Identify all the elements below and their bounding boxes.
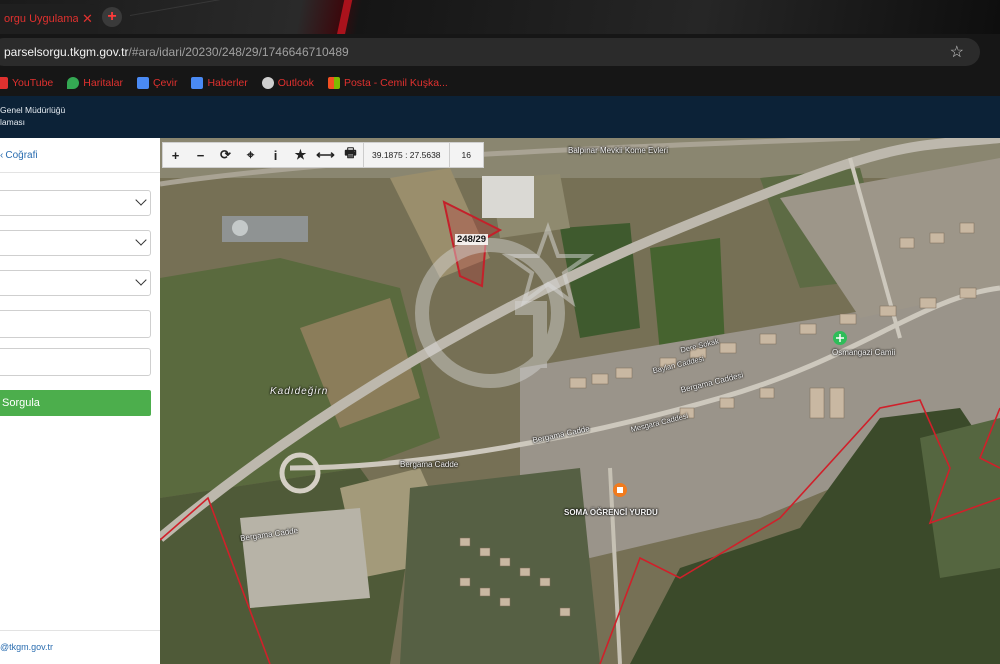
tab-title: orgu Uygulamas [4,13,78,25]
org-title: Genel Müdürlüğü laması [0,104,65,128]
browser-tab[interactable]: orgu Uygulamas ✕ [0,4,98,34]
footer-email-link[interactable]: @tkgm.gov.tr [0,642,53,652]
bookmark-haritalar[interactable]: Haritalar [67,77,123,89]
map-toolbar: + − ⟳ ⌖ i ★ ⟷ 🖶 39.1875 : 27.5638 16 [162,142,485,168]
measure-button[interactable]: ⟷ [313,143,338,167]
bookmark-cevir[interactable]: Çevir [136,77,178,89]
map-imagery [160,138,1000,664]
place-label-kadidegirn: Kadıdeğirn [270,386,329,397]
zoom-in-button[interactable]: + [163,143,188,167]
satellite-map[interactable]: Kadıdeğirn Balpınar Mevkii Kome Evleri B… [160,138,1000,664]
divider [0,172,160,173]
zoom-level-readout: 16 [448,143,483,167]
browser-tabbar: orgu Uygulamas ✕ + [0,0,1000,34]
province-select[interactable] [0,190,151,216]
address-bar: parselsorgu.tkgm.gov.tr/#ara/idari/20230… [0,34,1000,70]
new-tab-button[interactable]: + [102,7,122,27]
bookmark-label: YouTube [12,77,54,89]
org-line-1: Genel Müdürlüğü [0,105,66,115]
bookmark-haberler[interactable]: Haberler [191,77,248,89]
tab-cografi[interactable]: ‹ Coğrafi [0,150,38,161]
query-button[interactable]: Sorgula [0,390,151,416]
query-sidebar: ‹ Coğrafi Sorgula @tkgm.gov.tr [0,138,160,664]
url-path: /#ara/idari/20230/248/29/1746646710489 [128,45,349,59]
youtube-icon [0,77,8,89]
windows-logo-icon [327,77,340,89]
wallpaper-streak [333,0,355,34]
coordinates-readout: 39.1875 : 27.5638 [363,143,449,167]
news-icon [191,77,204,89]
info-button[interactable]: i [263,143,288,167]
bookmark-label: Haberler [207,77,248,89]
street-label-bergama-sw: Bergama Cadde [400,460,459,469]
bookmark-star-icon[interactable]: ☆ [950,42,964,62]
bookmark-label: Haritalar [83,77,123,89]
bookmark-label: Posta - Cemil Kuşka... [343,77,448,89]
print-button[interactable]: 🖶 [338,143,363,167]
maps-pin-icon [67,77,80,89]
chevron-down-icon [135,234,147,246]
url-text: parselsorgu.tkgm.gov.tr/#ara/idari/20230… [4,45,349,59]
neighborhood-select[interactable] [0,270,151,296]
globe-icon [261,77,274,89]
mosque-label: Osmangazi Camii [832,348,896,357]
parcel-label[interactable]: 248/29 [455,234,489,245]
parcel-input[interactable] [0,348,151,376]
close-icon[interactable]: ✕ [82,11,93,27]
refresh-button[interactable]: ⟳ [213,143,238,167]
top-place-label: Balpınar Mevkii Kome Evleri [568,146,669,155]
chevron-down-icon [135,194,147,206]
app-header: Genel Müdürlüğü laması [0,96,1000,138]
bookmark-label: Outlook [277,77,314,89]
bookmark-youtube[interactable]: YouTube [0,77,53,89]
tab-label: Coğrafi [5,150,38,161]
dorm-label: SOMA ÖĞRENCİ YURDU [564,508,658,517]
zoom-out-button[interactable]: − [188,143,213,167]
wallpaper-line [130,0,300,34]
bookmarks-bar: YouTube Haritalar Çevir Haberler Outlook… [0,70,1000,96]
chevron-down-icon [135,274,147,286]
url-input[interactable]: parselsorgu.tkgm.gov.tr/#ara/idari/20230… [0,38,980,66]
locate-button[interactable]: ⌖ [238,143,263,167]
district-select[interactable] [0,230,151,256]
bookmark-outlook[interactable]: Outlook [261,77,314,89]
chevron-left-icon: ‹ [0,150,4,161]
block-input[interactable] [0,310,151,338]
translate-icon [136,77,149,89]
divider [0,630,160,631]
favorite-button[interactable]: ★ [288,143,313,167]
org-line-2: laması [0,117,26,127]
url-host: parselsorgu.tkgm.gov.tr [4,45,129,59]
bookmark-posta[interactable]: Posta - Cemil Kuşka... [327,77,448,89]
bookmark-label: Çevir [152,77,178,89]
